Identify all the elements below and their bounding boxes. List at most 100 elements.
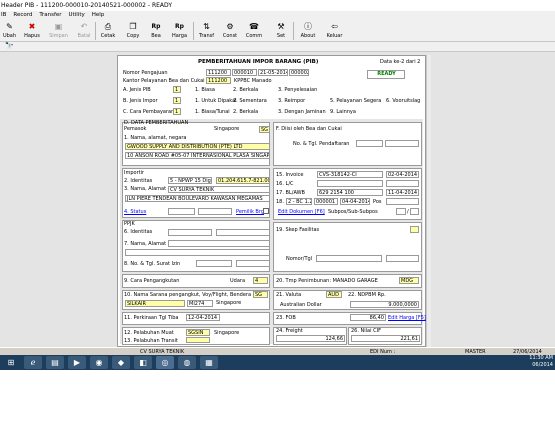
- taskbar-app-6[interactable]: ◧: [134, 356, 152, 369]
- request-part2[interactable]: 000010: [232, 69, 257, 76]
- ppjk-title: PPJK: [124, 221, 135, 227]
- sarana-flag-input[interactable]: SG: [253, 291, 268, 298]
- status-link[interactable]: 4. Status: [124, 209, 146, 215]
- edit-dokumen-link[interactable]: Edit Dokumen [F6]: [278, 209, 325, 215]
- bea-button[interactable]: Rp Bea: [147, 21, 165, 41]
- skep-input[interactable]: [410, 226, 419, 233]
- taskbar-app-4[interactable]: ◉: [90, 356, 108, 369]
- comm-button[interactable]: ☎ Comm: [243, 21, 265, 41]
- invoice-date[interactable]: 02-04-2014: [386, 171, 419, 178]
- pemilik-barang-link[interactable]: Pemilik Brg: [236, 209, 264, 215]
- subsubpos-input[interactable]: [410, 208, 419, 215]
- copy-button[interactable]: ❐ Copy: [124, 21, 142, 41]
- lc-input[interactable]: [317, 180, 383, 187]
- valuta-code-input[interactable]: AUD: [326, 291, 342, 298]
- batal-button[interactable]: ↶ Batal: [75, 21, 93, 41]
- nomor-pengajuan-label: Nomor Pengajuan: [123, 70, 168, 76]
- surat-izin-tgl[interactable]: [236, 260, 270, 267]
- timbun-code-input[interactable]: MDG: [399, 277, 419, 284]
- pemasok-alamat-input[interactable]: 10 ANSON ROAD #05-07 INTERNASIONAL PLASA…: [125, 152, 270, 159]
- surat-izin-no[interactable]: [196, 260, 232, 267]
- identitas-type-select[interactable]: 5 - NPWP 15 Digit: [168, 177, 212, 184]
- importir-nama-input[interactable]: CV SURYA TEKNIK: [168, 186, 270, 193]
- hapus-button[interactable]: ✖ Hapus: [21, 21, 43, 41]
- kantor-code[interactable]: 111200: [206, 77, 231, 84]
- muat-code-input[interactable]: SGSIN: [186, 329, 210, 336]
- bc-no-input[interactable]: 000001: [314, 198, 338, 205]
- ppjk-npwp-input[interactable]: [216, 229, 270, 236]
- status-input[interactable]: [198, 208, 232, 215]
- ppjk-identitas-select[interactable]: [168, 229, 212, 236]
- taskbar-app-7[interactable]: ◎: [156, 356, 174, 369]
- pendaftaran-tgl[interactable]: [385, 140, 419, 147]
- transf-button[interactable]: ⇅ Transf: [196, 21, 217, 41]
- about-button[interactable]: ⓘ About: [297, 21, 319, 41]
- nomor-tgl-label: Nomor/Tgl: [286, 256, 313, 262]
- tiba-input[interactable]: 12-04-2014: [186, 314, 220, 321]
- ubah-button[interactable]: ✎ Ubah: [1, 21, 18, 41]
- const-button[interactable]: ⚙ Const: [220, 21, 240, 41]
- taskbar-app-8[interactable]: ◍: [178, 356, 196, 369]
- taskbar-app-3[interactable]: ▶: [68, 356, 86, 369]
- freight-input[interactable]: 124,66: [276, 335, 345, 342]
- awb-date[interactable]: 11-04-2014: [386, 189, 419, 196]
- request-date[interactable]: 21-05-2014: [258, 69, 288, 76]
- section-f-title: F. Diisi oleh Bea dan Cukai: [276, 126, 342, 132]
- jenis-impor-input[interactable]: 1: [173, 97, 181, 104]
- menu-ib[interactable]: IB: [1, 11, 6, 20]
- jenis-impor-opt2: 2. Sementara: [233, 98, 267, 104]
- menu-help[interactable]: Help: [92, 11, 105, 20]
- menu-transfer[interactable]: Transfer: [39, 11, 61, 20]
- edit-harga-link[interactable]: Edit Harga [F5]: [388, 315, 426, 321]
- menu-utility[interactable]: Utility: [69, 11, 85, 20]
- form-scrollbar[interactable]: [426, 55, 431, 347]
- transit-code-input[interactable]: [186, 337, 210, 343]
- keluar-button[interactable]: ⇦ Keluar: [324, 21, 345, 41]
- taskbar-app-5[interactable]: ◆: [112, 356, 130, 369]
- request-part4[interactable]: 000002: [289, 69, 309, 76]
- taskbar-app-9[interactable]: ▦: [200, 356, 218, 369]
- ppjk-nama-input[interactable]: [168, 240, 270, 247]
- importir-alamat-input[interactable]: JLN PIERE TENDEAN BOULEVARD KAWASAN MEGA…: [125, 195, 270, 202]
- pendaftaran-no[interactable]: [356, 140, 383, 147]
- cara-code-input[interactable]: 4: [253, 277, 268, 284]
- lc-date[interactable]: [386, 180, 419, 187]
- cif-input[interactable]: 221,61: [351, 335, 420, 342]
- jenis-pib-input[interactable]: 1: [173, 86, 181, 93]
- bc-date-input[interactable]: 04-04-2014: [340, 198, 370, 205]
- pemilik-barang-checkbox[interactable]: [263, 208, 269, 214]
- simpan-button[interactable]: ▣ Simpan: [46, 21, 71, 41]
- pos-input[interactable]: [386, 198, 419, 205]
- invoice-input[interactable]: CVS-318142-CI: [317, 171, 383, 178]
- set-button[interactable]: ⚒ Set: [273, 21, 289, 41]
- muat-name: Singapore: [214, 330, 240, 336]
- taskbar-app-1[interactable]: ℯ: [24, 356, 42, 369]
- status-select[interactable]: [168, 208, 195, 215]
- binoculars-icon[interactable]: 🔭: [5, 42, 14, 50]
- flight-input[interactable]: MI274: [187, 300, 213, 307]
- start-button[interactable]: ⊞: [2, 356, 20, 369]
- undo-icon: ↶: [80, 22, 88, 31]
- sarana-name-input[interactable]: SILKAIR: [125, 300, 185, 307]
- npwp-input[interactable]: 01.204.615.7-821.000: [216, 177, 270, 184]
- fob-input[interactable]: 86,40: [350, 314, 386, 321]
- ndpbm-input[interactable]: 9.000,0000: [350, 301, 419, 308]
- subpos-input[interactable]: [396, 208, 406, 215]
- skep-tgl[interactable]: [386, 255, 419, 262]
- form-title: PEMBERITAHUAN IMPOR BARANG (PIB): [198, 59, 319, 65]
- ndpbm-label: 22. NDPBM Rp.: [348, 292, 386, 298]
- pemasok-country-code[interactable]: SG: [259, 126, 270, 133]
- taskbar-app-2[interactable]: ▤: [46, 356, 64, 369]
- ppjk-alamat-input[interactable]: [125, 249, 270, 256]
- pemasok-nama-input[interactable]: GWOOD SUPPLY AND DISTRIBUTION (PTE) LTD: [125, 143, 270, 150]
- tray-time: 11:30 AM: [529, 355, 553, 361]
- skep-no[interactable]: [316, 255, 382, 262]
- request-part1[interactable]: 111200: [206, 69, 231, 76]
- cara-bayar-input[interactable]: 1: [173, 108, 181, 115]
- bc-type-select[interactable]: 2 - BC 1.2: [286, 198, 312, 205]
- harga-button[interactable]: Rp Harga: [169, 21, 190, 41]
- cetak-button[interactable]: ⎙ Cetak: [98, 21, 118, 41]
- awb-input[interactable]: 629 2154 100: [317, 189, 383, 196]
- menu-bar: IB Record Transfer Utility Help: [0, 11, 555, 20]
- menu-record[interactable]: Record: [13, 11, 32, 20]
